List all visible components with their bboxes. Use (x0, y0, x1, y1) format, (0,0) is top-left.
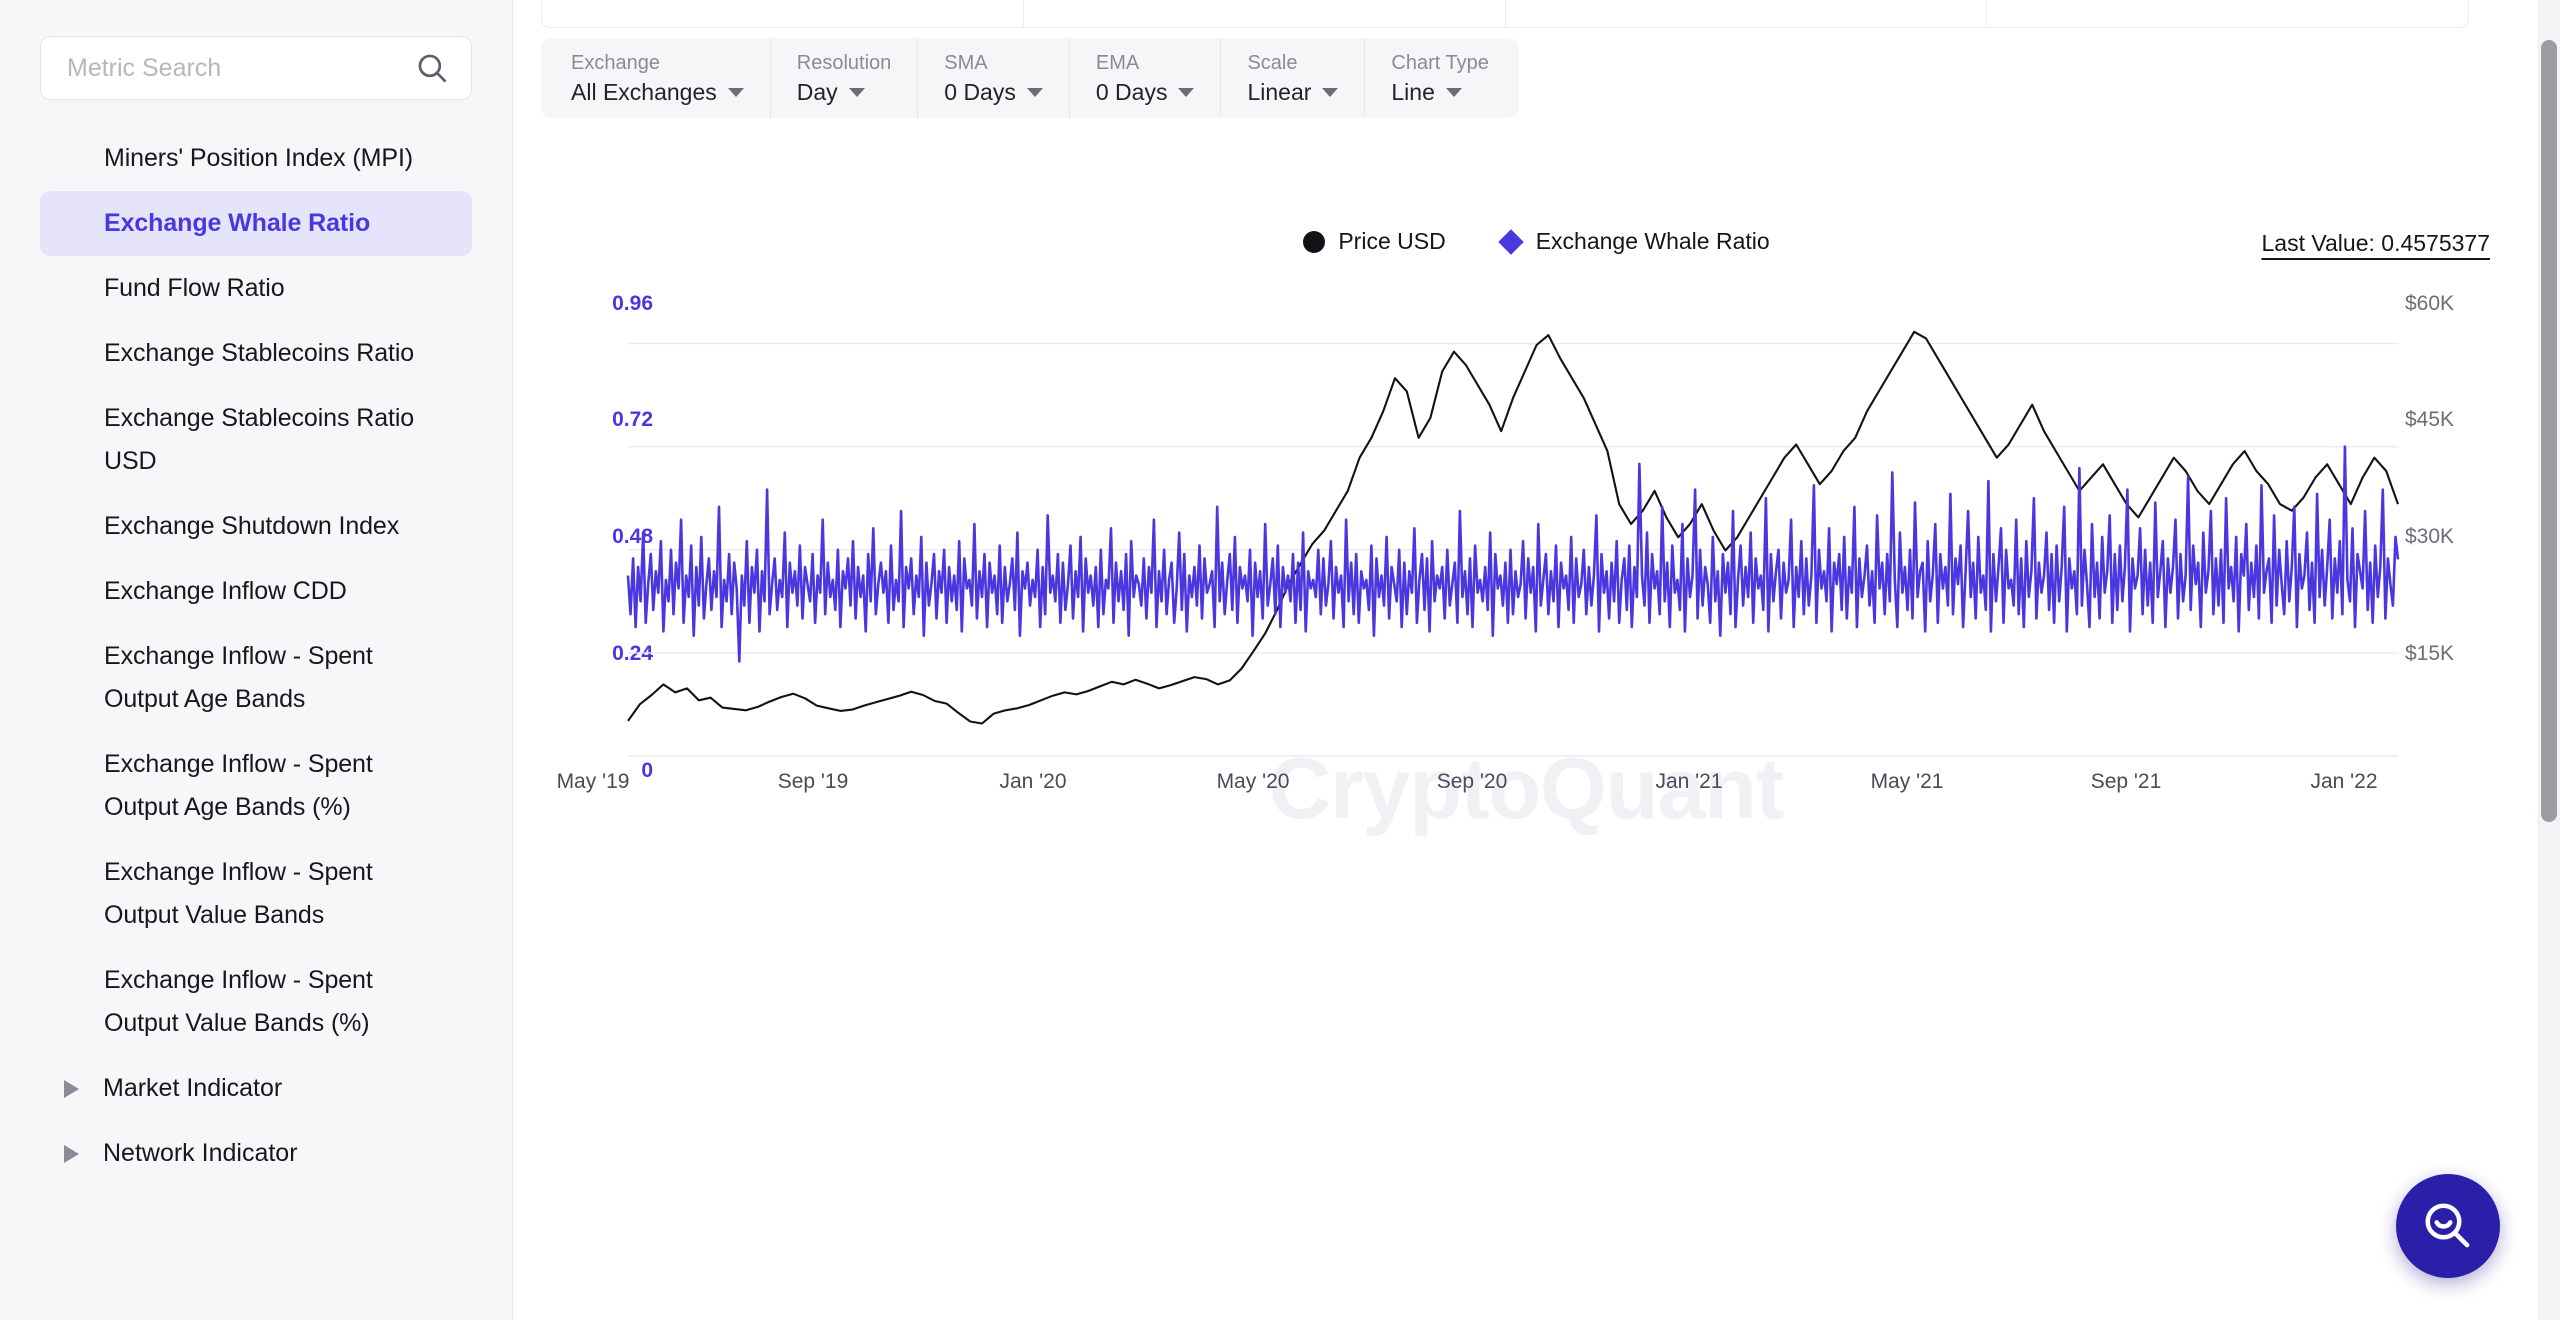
sidebar-item-exchange-inflow-spent-output-age-bands-pct[interactable]: Exchange Inflow - Spent Output Age Bands… (40, 732, 472, 840)
chart-gridlines (628, 342, 2398, 757)
control-label: Scale (1247, 52, 1298, 74)
sidebar-group-network-indicator[interactable]: Network Indicator (40, 1121, 472, 1186)
control-value: Day (796, 79, 838, 105)
control-ema[interactable]: EMA 0 Days (1070, 38, 1222, 118)
sidebar-item-exchange-inflow-cdd[interactable]: Exchange Inflow CDD (40, 559, 472, 624)
sidebar-item-miners-position-index[interactable]: Miners' Position Index (MPI) (40, 126, 472, 191)
control-label: EMA (1095, 52, 1140, 74)
sidebar-item-exchange-inflow-spent-output-value-bands[interactable]: Exchange Inflow - Spent Output Value Ban… (40, 840, 472, 948)
control-scale[interactable]: Scale Linear (1221, 38, 1366, 118)
chevron-down-icon (1322, 87, 1339, 97)
sidebar-item-fund-flow-ratio[interactable]: Fund Flow Ratio (40, 256, 472, 321)
search-input[interactable] (67, 53, 415, 83)
control-chart-type[interactable]: Chart Type Line (1365, 38, 1514, 118)
control-label: Chart Type (1391, 52, 1489, 74)
legend-item-price-usd[interactable]: Price USD (1303, 228, 1446, 255)
legend-label: Exchange Whale Ratio (1535, 228, 1770, 254)
x-axis-tick: Jan '20 (999, 770, 1067, 793)
page-scrollbar-thumb[interactable] (2541, 40, 2557, 822)
search-smile-icon (2425, 1203, 2470, 1248)
caret-right-icon (64, 1144, 79, 1163)
x-axis-tick: Jan '21 (1655, 770, 1723, 793)
page-scrollbar-track[interactable] (2538, 0, 2560, 1320)
x-axis-tick: May '20 (1216, 770, 1290, 793)
chevron-down-icon (1026, 87, 1043, 97)
partially-visible-card (541, 0, 2469, 28)
last-value-label[interactable]: Last Value: 0.4575377 (2262, 230, 2490, 257)
x-axis-tick: Sep '21 (2090, 770, 2162, 793)
chevron-down-icon (1445, 87, 1462, 97)
caret-right-icon (64, 1079, 79, 1098)
chevron-down-icon (727, 87, 744, 97)
x-axis-tick: May '21 (1870, 770, 1944, 793)
chevron-down-icon (1178, 87, 1195, 97)
help-search-button[interactable] (2396, 1174, 2500, 1278)
control-label: SMA (944, 52, 988, 74)
control-sma[interactable]: SMA 0 Days (918, 38, 1070, 118)
sidebar-item-exchange-shutdown-index[interactable]: Exchange Shutdown Index (40, 494, 472, 559)
sidebar-group-label: Market Indicator (103, 1074, 283, 1102)
legend-label: Price USD (1338, 228, 1446, 254)
control-label: Exchange (571, 52, 660, 74)
control-value: All Exchanges (571, 79, 717, 105)
chart-toolbar: Exchange All Exchanges Resolution Day SM… (541, 38, 1519, 118)
main-panel: Exchange All Exchanges Resolution Day SM… (513, 0, 2560, 1320)
control-label: Resolution (796, 52, 892, 74)
app-root: Miners' Position Index (MPI) Exchange Wh… (0, 0, 2560, 1320)
sidebar-item-exchange-inflow-spent-output-age-bands[interactable]: Exchange Inflow - Spent Output Age Bands (40, 624, 472, 732)
price-usd-series (627, 330, 2399, 725)
sidebar-item-exchange-stablecoins-ratio[interactable]: Exchange Stablecoins Ratio (40, 321, 472, 386)
x-axis-tick: May '19 (556, 770, 630, 793)
chart-plot (626, 330, 2400, 757)
exchange-whale-ratio-series (626, 445, 2400, 663)
legend-item-exchange-whale-ratio[interactable]: Exchange Whale Ratio (1497, 228, 1770, 255)
circle-marker-icon (1303, 230, 1326, 253)
sidebar-item-exchange-whale-ratio[interactable]: Exchange Whale Ratio (40, 191, 472, 256)
sidebar-group-label: Network Indicator (103, 1139, 298, 1167)
x-axis-tick: Jan '22 (2310, 770, 2378, 793)
control-resolution[interactable]: Resolution Day (771, 38, 919, 118)
control-value: Line (1391, 79, 1435, 105)
control-value: Linear (1247, 79, 1312, 105)
control-exchange[interactable]: Exchange All Exchanges (545, 38, 771, 118)
sidebar-group-market-indicator[interactable]: Market Indicator (40, 1056, 472, 1121)
sidebar-item-exchange-stablecoins-ratio-usd[interactable]: Exchange Stablecoins Ratio USD (40, 386, 472, 494)
search-container (0, 0, 512, 100)
control-value: 0 Days (944, 79, 1016, 105)
sidebar-item-exchange-inflow-spent-output-value-bands-pct[interactable]: Exchange Inflow - Spent Output Value Ban… (40, 948, 472, 1056)
chart-legend: Price USD Exchange Whale Ratio (513, 228, 2560, 255)
metric-list: Miners' Position Index (MPI) Exchange Wh… (0, 126, 512, 1186)
search-icon[interactable] (415, 51, 449, 85)
control-value: 0 Days (1095, 79, 1168, 105)
x-axis-tick: Sep '19 (777, 770, 849, 793)
metric-search-box[interactable] (40, 36, 472, 100)
chart-canvas[interactable]: CryptoQuant 0.96 0.72 0.48 0.24 0 $60K $… (513, 270, 2560, 1320)
x-axis-tick: Sep '20 (1436, 770, 1508, 793)
chevron-down-icon (848, 87, 865, 97)
diamond-marker-icon (1497, 228, 1524, 255)
metric-sidebar: Miners' Position Index (MPI) Exchange Wh… (0, 0, 513, 1320)
